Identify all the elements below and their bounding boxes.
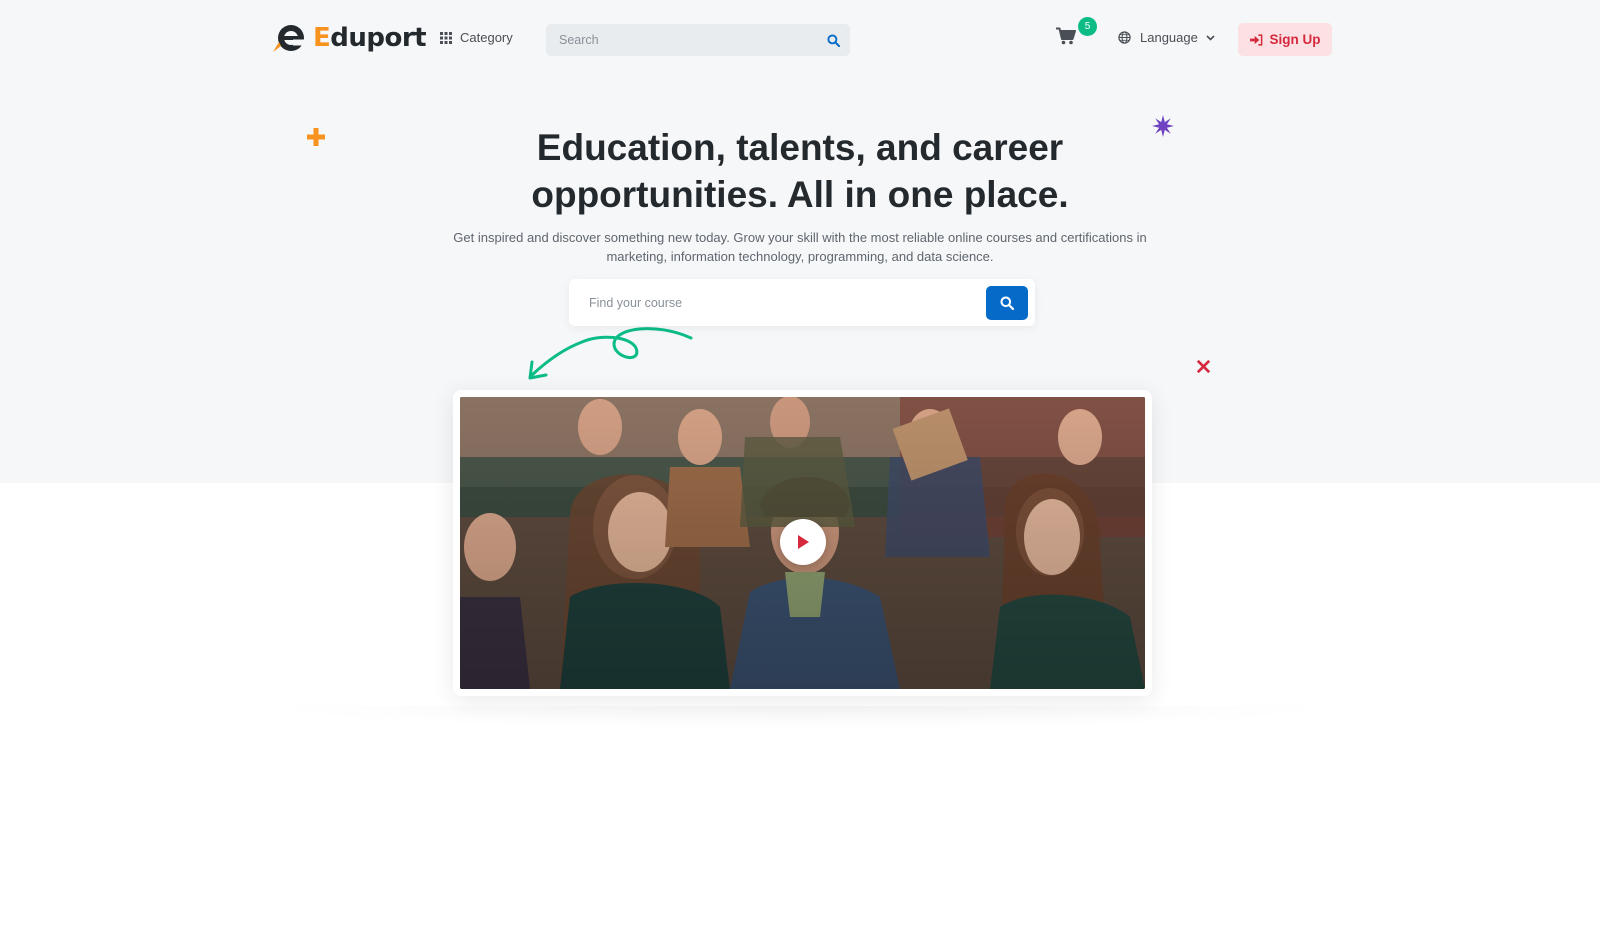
plus-decoration-icon	[307, 128, 325, 146]
card-shadow	[250, 706, 1350, 730]
header-search-button[interactable]	[816, 24, 850, 56]
cart-icon	[1056, 27, 1076, 45]
logo-mark-icon	[273, 25, 305, 52]
language-label: Language	[1140, 30, 1198, 45]
video-card	[453, 390, 1152, 696]
sign-up-label: Sign Up	[1269, 32, 1321, 47]
cart-button[interactable]	[1056, 27, 1076, 50]
grid-icon	[440, 31, 452, 44]
hero-title-line-2: opportunities. All in one place.	[531, 174, 1069, 215]
play-icon	[798, 535, 809, 549]
search-icon	[1000, 296, 1014, 310]
logo-text: Eduport	[313, 23, 427, 53]
sign-in-icon	[1249, 33, 1262, 46]
logo[interactable]: Eduport	[271, 22, 427, 54]
play-button[interactable]	[780, 519, 826, 565]
curly-arrow-decoration-icon	[528, 327, 693, 380]
header-search-input[interactable]	[546, 24, 816, 56]
course-search	[569, 279, 1035, 326]
course-search-input[interactable]	[569, 279, 986, 326]
search-icon	[826, 33, 840, 47]
cart-count-badge: 5	[1078, 17, 1097, 36]
chevron-down-icon	[1206, 34, 1215, 41]
cross-decoration-icon	[1196, 359, 1211, 374]
sign-up-button[interactable]: Sign Up	[1238, 23, 1332, 56]
globe-icon	[1118, 31, 1131, 44]
header-search	[546, 24, 850, 56]
course-search-button[interactable]	[986, 285, 1028, 320]
hero-title: Education, talents, and career opportuni…	[400, 124, 1200, 218]
navbar: Eduport Category 5	[0, 0, 1600, 80]
language-dropdown[interactable]: Language	[1118, 30, 1215, 45]
hero-title-line-1: Education, talents, and career	[536, 127, 1064, 168]
hero-subtitle: Get inspired and discover something new …	[453, 230, 1147, 264]
category-label: Category	[460, 30, 513, 45]
video-thumbnail[interactable]	[460, 397, 1145, 689]
category-menu[interactable]: Category	[440, 30, 513, 45]
